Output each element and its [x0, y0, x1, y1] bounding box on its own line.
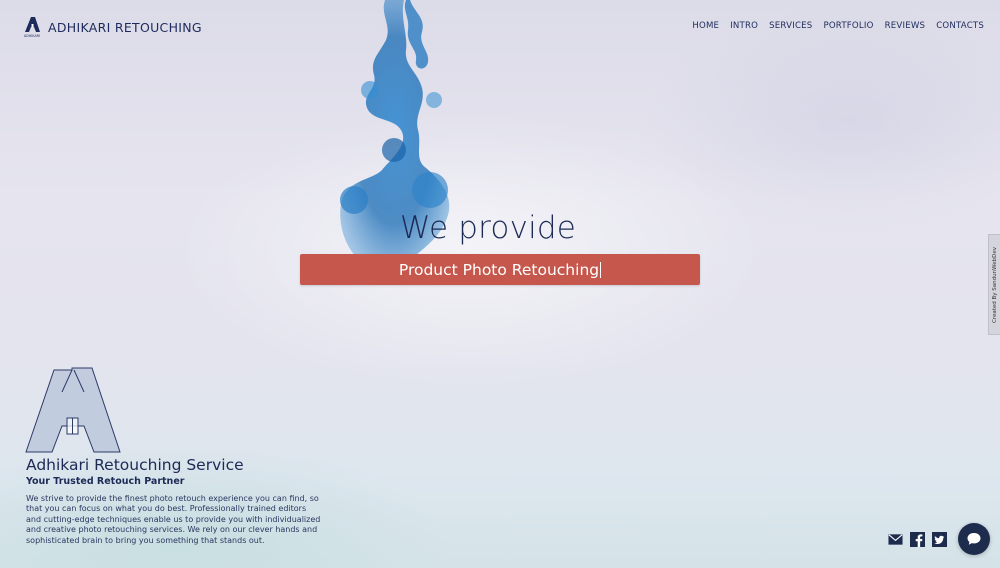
mail-icon[interactable] — [888, 532, 903, 547]
brand[interactable]: ADHIKARI ADHIKARI RETOUCHING — [22, 16, 202, 38]
site-header: ADHIKARI ADHIKARI RETOUCHING HOME INTRO … — [0, 0, 1000, 54]
brand-name: ADHIKARI RETOUCHING — [48, 19, 202, 35]
chat-bubble-icon — [967, 533, 981, 545]
nav-contacts[interactable]: CONTACTS — [936, 21, 984, 31]
creator-side-tab[interactable]: Created By SandunWebDev — [988, 234, 1000, 335]
creator-label: Created By SandunWebDev — [991, 246, 998, 323]
facebook-icon[interactable] — [910, 532, 925, 547]
about-title: Adhikari Retouching Service — [26, 456, 244, 474]
social-links — [888, 532, 947, 547]
about-logo-icon — [25, 367, 121, 453]
svg-text:ADHIKARI: ADHIKARI — [24, 34, 40, 38]
nav-home[interactable]: HOME — [692, 21, 719, 31]
nav-portfolio[interactable]: PORTFOLIO — [823, 21, 873, 31]
nav-intro[interactable]: INTRO — [730, 21, 758, 31]
twitter-icon[interactable] — [932, 532, 947, 547]
hero-title: We provide — [399, 210, 577, 246]
nav-reviews[interactable]: REVIEWS — [885, 21, 926, 31]
typed-service-text: Product Photo Retouching — [398, 260, 600, 279]
typing-caret — [600, 261, 602, 278]
nav-services[interactable]: SERVICES — [769, 21, 812, 31]
main-nav: HOME INTRO SERVICES PORTFOLIO REVIEWS CO… — [692, 21, 984, 31]
about-description: We strive to provide the finest photo re… — [26, 494, 321, 545]
chat-button[interactable] — [958, 523, 990, 555]
brand-logo-icon: ADHIKARI — [24, 17, 40, 38]
typed-service-banner: Product Photo Retouching — [300, 254, 700, 285]
about-subtitle: Your Trusted Retouch Partner — [26, 476, 185, 487]
